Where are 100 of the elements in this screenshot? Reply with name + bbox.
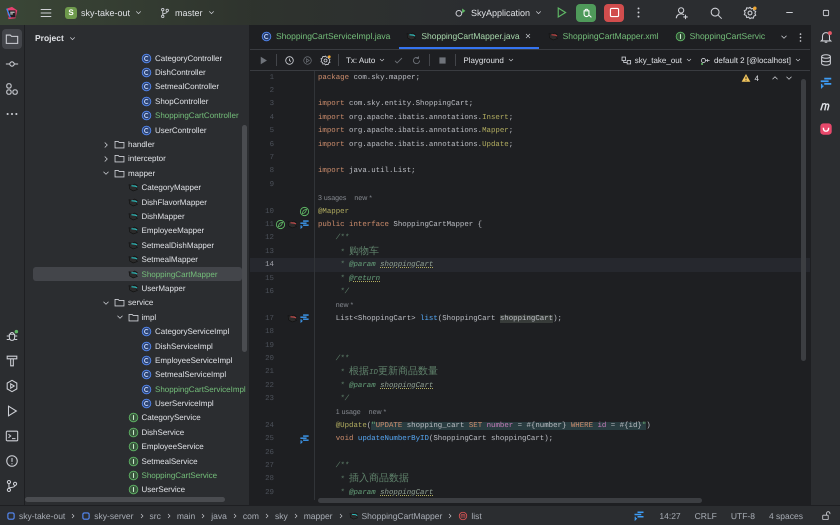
tree-item[interactable]: ShoppingCartMapper <box>33 266 242 282</box>
tree-item[interactable]: impl <box>33 310 242 324</box>
item-label: UserController <box>155 126 207 135</box>
tree-item[interactable]: service <box>33 296 242 310</box>
stop-icon[interactable] <box>437 54 448 66</box>
run-icon[interactable] <box>258 54 269 66</box>
breadcrumb[interactable]: main <box>176 510 196 520</box>
tree-item[interactable]: ShoppingCartService <box>33 468 242 483</box>
scrollbar[interactable] <box>242 125 247 352</box>
tree-item[interactable]: mapper <box>33 166 242 181</box>
close-icon[interactable] <box>524 32 532 40</box>
bird-icon[interactable] <box>287 219 298 230</box>
breadcrumb[interactable]: list <box>458 510 482 520</box>
tree-item[interactable]: EmployeeService <box>33 440 242 454</box>
app-icon[interactable] <box>818 122 832 136</box>
indent-setting[interactable]: 4 spaces <box>768 510 803 520</box>
class-icon <box>141 369 152 380</box>
database-icon[interactable] <box>818 53 832 67</box>
bean-icon[interactable] <box>275 219 286 230</box>
debug-button[interactable] <box>576 4 596 22</box>
bean-icon[interactable] <box>299 206 310 218</box>
undo-icon[interactable] <box>411 54 422 66</box>
tree-item[interactable]: CategoryMapper <box>33 180 242 195</box>
tree-item[interactable]: interceptor <box>33 152 242 166</box>
stop-button[interactable] <box>604 4 624 22</box>
terminal-icon <box>5 429 19 443</box>
breadcrumb[interactable]: sky <box>274 510 288 520</box>
scrollbar[interactable] <box>801 79 806 361</box>
run-icon[interactable] <box>555 6 568 19</box>
history-icon[interactable] <box>284 54 295 66</box>
notifications-icon[interactable] <box>818 30 832 44</box>
item-label: SetmealDishMapper <box>142 240 214 250</box>
tree-item[interactable]: DishServiceImpl <box>33 338 242 354</box>
file-encoding[interactable]: UTF-8 <box>730 510 755 520</box>
tree-item[interactable]: DishFlavorMapper <box>33 194 242 210</box>
tree-item[interactable]: ShopController <box>33 94 242 109</box>
tree-item[interactable]: UserController <box>33 122 242 138</box>
interface-icon <box>128 412 138 424</box>
tree-item[interactable]: SetmealController <box>33 80 242 94</box>
editor-tab[interactable]: ShoppingCartMapper.xml <box>540 25 666 49</box>
jump-icon[interactable] <box>299 313 310 324</box>
data-source-dropdown[interactable]: default 2 [@localhost] <box>700 54 802 66</box>
stop-icon <box>608 6 620 19</box>
project-selector[interactable]: S sky-take-out <box>61 4 148 22</box>
tree-item[interactable]: handler <box>33 137 242 152</box>
tree-item[interactable]: CategoryServiceImpl <box>33 324 242 339</box>
tree-item[interactable]: EmployeeServiceImpl <box>33 353 242 368</box>
scrollbar[interactable] <box>25 497 225 502</box>
breadcrumb[interactable]: com <box>242 510 259 520</box>
scrollbar[interactable] <box>318 498 702 503</box>
branch-selector[interactable]: master <box>155 4 220 22</box>
class-icon <box>141 354 152 366</box>
line-ending[interactable]: CRLF <box>694 510 717 520</box>
play-circle-icon[interactable] <box>302 54 313 66</box>
panel-title[interactable]: Project <box>35 33 77 43</box>
warning-count[interactable]: 4 <box>754 74 759 82</box>
tree-item[interactable]: SetmealService <box>33 454 242 468</box>
tree-item[interactable]: SetmealServiceImpl <box>33 368 242 382</box>
editor-tab[interactable]: ShoppingCartServiceImpl.java <box>254 25 398 49</box>
console-dropdown[interactable]: Playground <box>463 56 515 64</box>
breadcrumb[interactable]: sky-server <box>81 510 134 520</box>
tool-window-button[interactable] <box>2 29 22 49</box>
run-config-icon <box>454 6 467 19</box>
breadcrumb[interactable]: src <box>150 510 161 520</box>
jump-icon[interactable] <box>299 434 310 445</box>
tree-item[interactable]: UserMapper <box>33 281 242 296</box>
breadcrumb[interactable]: mapper <box>304 510 333 520</box>
transaction-mode-dropdown[interactable]: Tx: Auto <box>346 56 386 64</box>
tree-item[interactable]: DishController <box>33 65 242 80</box>
jump-icon[interactable] <box>633 510 646 522</box>
folder-icon <box>114 139 125 150</box>
bird-icon <box>128 182 138 194</box>
add-user-icon[interactable] <box>675 6 689 20</box>
editor-tab[interactable]: ShoppingCartServic <box>668 25 772 49</box>
bird-icon[interactable] <box>287 313 298 324</box>
tree-item[interactable]: DishMapper <box>33 209 242 224</box>
breadcrumb[interactable]: ShoppingCartMapper <box>348 510 442 520</box>
breadcrumb[interactable]: sky-take-out <box>6 510 66 520</box>
editor-tab[interactable]: ShoppingCartMapper.java <box>399 25 539 49</box>
class-icon <box>141 326 152 338</box>
tree-item[interactable]: SetmealMapper <box>33 252 242 267</box>
tree-item[interactable]: SetmealDishMapper <box>33 238 242 252</box>
breadcrumb[interactable]: java <box>211 510 227 520</box>
jump-icon[interactable] <box>299 219 310 230</box>
unlocked-icon[interactable] <box>821 510 832 521</box>
tree-item[interactable]: DishService <box>33 425 242 440</box>
settings-icon[interactable] <box>743 6 757 20</box>
tree-item[interactable]: UserService <box>33 482 242 498</box>
search-icon[interactable] <box>709 6 723 20</box>
cursor-position[interactable]: 14:27 <box>659 510 681 520</box>
tree-item[interactable]: UserServiceImpl <box>33 396 242 411</box>
tree-item[interactable]: ShoppingCartController <box>33 108 242 123</box>
run-configuration-selector[interactable]: SkyApplication <box>450 3 547 22</box>
tree-item[interactable]: CategoryService <box>33 410 242 426</box>
settings-icon[interactable] <box>320 54 331 66</box>
jump-icon[interactable] <box>818 76 832 90</box>
tree-item[interactable]: EmployeeMapper <box>33 224 242 238</box>
item-label: UserService <box>142 485 186 494</box>
tree-item[interactable]: CategoryController <box>33 51 242 66</box>
schema-dropdown[interactable]: sky_take_out <box>620 54 693 66</box>
